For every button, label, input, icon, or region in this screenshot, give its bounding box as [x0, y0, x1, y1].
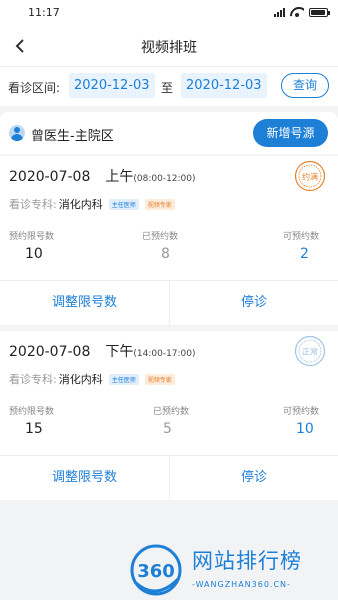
title-badge: 主任医师: [108, 373, 139, 385]
normal-stamp-icon: 正常: [294, 335, 326, 367]
site-watermark: 360 网站排行榜 -WANGZHAN360.CN-: [128, 543, 338, 600]
booked-value: 8: [161, 246, 170, 262]
status-bar: 11:17: [0, 0, 338, 26]
expert-badge: 视频专家: [144, 198, 175, 210]
end-date-field[interactable]: 2020-12-03: [181, 73, 267, 98]
status-icons: [274, 7, 330, 17]
dept-name: 消化内科: [58, 198, 103, 211]
schedule-card: 2020-07-08 下午 (14:00-17:00) 正常 看诊专科: 消化内…: [0, 331, 338, 500]
stop-clinic-button[interactable]: 停诊: [170, 281, 338, 325]
stamp-text: 正常: [302, 348, 318, 357]
full-stamp-icon: 约满: [294, 160, 326, 192]
limit-label: 预约限号数: [9, 232, 55, 242]
status-time: 11:17: [28, 6, 60, 19]
title-badge: 主任医师: [108, 198, 139, 210]
doctor-name: 曾医生-主院区: [31, 129, 114, 144]
booked-label: 已预约数: [153, 407, 190, 417]
stamp-text: 约满: [302, 172, 318, 182]
start-date-field[interactable]: 2020-12-03: [69, 73, 155, 98]
schedule-date: 2020-07-08: [9, 169, 91, 185]
stop-clinic-button[interactable]: 停诊: [170, 456, 338, 500]
schedule-time-row: 2020-07-08 上午 (08:00-12:00): [9, 166, 196, 186]
schedule-period: 下午: [105, 344, 134, 360]
watermark-title: 网站排行榜: [192, 549, 302, 573]
schedule-period: 上午: [105, 169, 134, 185]
schedule-card: 2020-07-08 上午 (08:00-12:00) 约满 看诊专科: 消化内…: [0, 156, 338, 325]
available-value: 2: [300, 246, 309, 262]
expert-badge: 视频专家: [144, 373, 175, 385]
booked-label: 已预约数: [142, 232, 179, 242]
page-title: 视频排班: [141, 40, 197, 56]
schedule-dept-row: 看诊专科: 消化内科 主任医师 视频专家: [9, 371, 175, 387]
watermark-subtitle: -WANGZHAN360.CN-: [192, 580, 291, 589]
available-label: 可预约数: [283, 407, 320, 417]
query-button[interactable]: 查询: [281, 73, 329, 98]
schedule-date: 2020-07-08: [9, 344, 91, 360]
watermark-logo-text: 360: [137, 561, 175, 582]
watermark-logo-icon: 360: [130, 544, 182, 596]
dept-label: 看诊专科:: [9, 373, 57, 386]
limit-value: 15: [25, 421, 43, 437]
limit-label: 预约限号数: [9, 407, 55, 417]
wifi-icon: [290, 7, 304, 17]
doctor-header: 曾医生-主院区 新增号源: [0, 112, 338, 154]
available-value: 10: [296, 421, 314, 437]
limit-value: 10: [25, 246, 43, 262]
doctor-avatar-icon: [9, 125, 25, 141]
nav-bar: 视频排班: [0, 26, 338, 66]
date-filter: 看诊区间: 2020-12-03 至 2020-12-03 查询: [0, 66, 338, 106]
adjust-limit-button[interactable]: 调整限号数: [0, 281, 169, 325]
schedule-time-row: 2020-07-08 下午 (14:00-17:00): [9, 341, 196, 361]
dept-label: 看诊专科:: [9, 198, 57, 211]
dept-name: 消化内科: [58, 373, 103, 386]
available-label: 可预约数: [283, 232, 320, 242]
date-separator: 至: [161, 81, 174, 95]
booked-value: 5: [163, 421, 172, 437]
battery-icon: [309, 7, 330, 17]
schedule-dept-row: 看诊专科: 消化内科 主任医师 视频专家: [9, 196, 175, 212]
filter-label: 看诊区间:: [8, 81, 61, 95]
adjust-limit-button[interactable]: 调整限号数: [0, 456, 169, 500]
add-slot-button[interactable]: 新增号源: [253, 119, 328, 147]
signal-icon: [274, 7, 285, 17]
schedule-hours: (14:00-17:00): [133, 349, 196, 359]
schedule-hours: (08:00-12:00): [133, 174, 196, 184]
